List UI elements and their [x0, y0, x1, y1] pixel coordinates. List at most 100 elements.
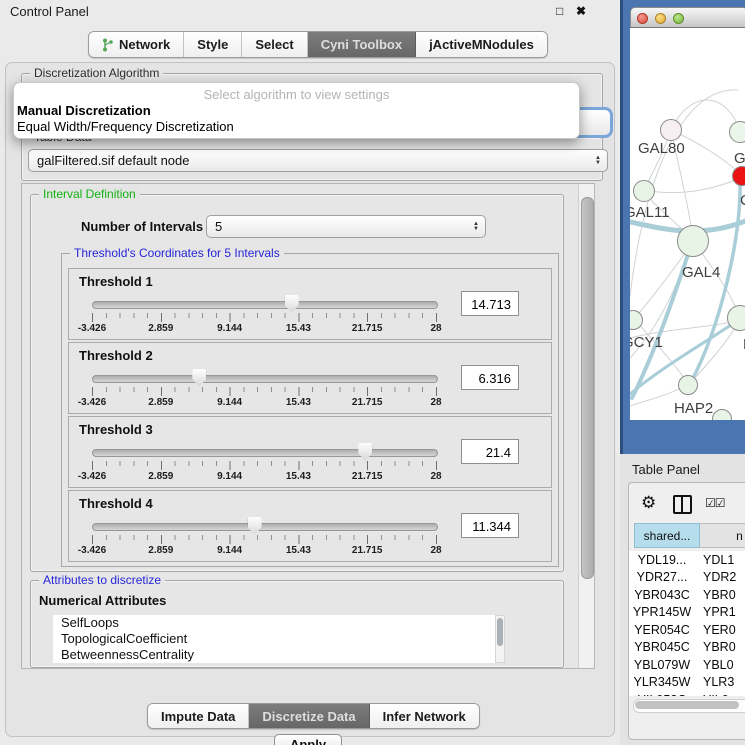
- threshold-2-slider[interactable]: -3.426 2.859 9.144 15.43 21.715 28: [91, 367, 437, 409]
- threshold-4-panel: Threshold 4 -3.426 2.859 9.144: [68, 490, 552, 562]
- option-manual-discretization[interactable]: Manual Discretization: [17, 103, 151, 118]
- tab-cyni-toolbox[interactable]: Cyni Toolbox: [308, 32, 416, 57]
- tab-network[interactable]: Network: [89, 32, 184, 57]
- scrollbar-thumb[interactable]: [581, 197, 594, 579]
- node-label: GAL80: [638, 140, 685, 157]
- network-icon: [102, 38, 114, 52]
- table-row[interactable]: YPR145WYPR1: [629, 604, 745, 622]
- tick-label: 2.859: [148, 471, 173, 482]
- slider-tick-labels: -3.426 2.859 9.144 15.43 21.715 28: [92, 545, 436, 557]
- node-table-body: YDL19...YDL1YDR27...YDR2YBR043CYBR0YPR14…: [629, 551, 745, 696]
- network-window-titlebar[interactable]: [630, 7, 745, 28]
- minimize-traffic-light[interactable]: [655, 13, 666, 24]
- tick-label: 28: [430, 545, 441, 556]
- float-window-icon[interactable]: □: [556, 4, 563, 18]
- node-label: G.: [734, 150, 745, 167]
- scrollbar-thumb[interactable]: [635, 701, 739, 709]
- close-traffic-light[interactable]: [637, 13, 648, 24]
- threshold-3-value-field[interactable]: 21.4: [461, 439, 519, 464]
- table-row[interactable]: YLR345WYLR3: [629, 674, 745, 692]
- threshold-3-slider[interactable]: -3.426 2.859 9.144 15.43 21.715 28: [91, 441, 437, 483]
- tick-label: 15.43: [286, 397, 311, 408]
- threshold-1-slider[interactable]: -3.426 2.859 9.144 15.43 21.715 28: [91, 293, 437, 335]
- network-node[interactable]: [678, 375, 698, 395]
- tick-label: 15.43: [286, 545, 311, 556]
- table-cell: YBR043C: [629, 588, 695, 602]
- column-header-name[interactable]: n: [700, 523, 745, 548]
- list-item[interactable]: TopologicalCoefficient: [53, 631, 495, 647]
- tick-label: 2.859: [148, 323, 173, 334]
- table-data-combo[interactable]: galFiltered.sif default node ▲▼: [28, 149, 608, 172]
- table-horizontal-scrollbar[interactable]: [633, 699, 745, 713]
- network-node[interactable]: [729, 121, 745, 143]
- slider-track[interactable]: [92, 523, 438, 531]
- slider-thumb[interactable]: [248, 517, 262, 535]
- list-item[interactable]: BetweennessCentrality: [53, 647, 495, 663]
- node-label: C: [740, 192, 745, 209]
- slider-track[interactable]: [92, 301, 438, 309]
- network-node[interactable]: [660, 119, 682, 141]
- threshold-label: Threshold 1: [79, 274, 153, 289]
- column-header-shared[interactable]: shared...: [634, 523, 700, 548]
- number-of-intervals-combo[interactable]: 5 ▲▼: [206, 215, 486, 238]
- network-node[interactable]: [677, 225, 709, 257]
- tick-label: 9.144: [217, 471, 242, 482]
- threshold-1-value-field[interactable]: 14.713: [461, 291, 519, 316]
- column-layout-icon[interactable]: [673, 495, 692, 514]
- table-row[interactable]: YBR043CYBR0: [629, 586, 745, 604]
- threshold-2-value-field[interactable]: 6.316: [461, 365, 519, 390]
- algorithm-dropdown-popup: Select algorithm to view settings Manual…: [13, 82, 580, 139]
- slider-thumb[interactable]: [192, 369, 206, 387]
- node-label: GCY1: [630, 334, 663, 351]
- zoom-traffic-light[interactable]: [673, 13, 684, 24]
- slider-thumb[interactable]: [285, 295, 299, 313]
- threshold-label: Threshold 2: [79, 348, 153, 363]
- table-row[interactable]: YER054CYER0: [629, 621, 745, 639]
- slider-thumb[interactable]: [358, 443, 372, 461]
- slider-track[interactable]: [92, 449, 438, 457]
- close-panel-icon[interactable]: ✖: [576, 4, 586, 18]
- slider-track[interactable]: [92, 375, 438, 383]
- table-panel-title: Table Panel: [632, 462, 700, 477]
- list-item[interactable]: SelfLoops: [53, 615, 495, 631]
- tab-impute-data[interactable]: Impute Data: [148, 704, 249, 728]
- table-cell: YLR345W: [629, 675, 695, 689]
- number-of-intervals-label: Number of Intervals: [81, 219, 203, 234]
- table-cell: YBR045C: [629, 640, 695, 654]
- settings-vertical-scrollbar[interactable]: [578, 184, 594, 668]
- table-cell: YIL0: [695, 693, 729, 696]
- tick-label: -3.426: [78, 397, 106, 408]
- gear-icon[interactable]: ⚙: [641, 493, 656, 513]
- tick-label: 28: [430, 323, 441, 334]
- table-row[interactable]: YBL079WYBL0: [629, 656, 745, 674]
- scrollbar-thumb[interactable]: [497, 618, 503, 646]
- tab-infer-network[interactable]: Infer Network: [370, 704, 479, 728]
- attributes-scrollbar[interactable]: [495, 615, 505, 663]
- tab-discretize-data[interactable]: Discretize Data: [249, 704, 369, 728]
- apply-button[interactable]: Apply: [274, 734, 342, 745]
- slider-major-ticks: [92, 387, 437, 396]
- table-cell: YER054C: [629, 623, 695, 637]
- table-row[interactable]: YBR045CYBR0: [629, 639, 745, 657]
- network-canvas[interactable]: GAL80G.CGAL11GAL4GCY1HHAP2: [630, 28, 745, 420]
- network-node[interactable]: [732, 166, 745, 186]
- checkbox-icons[interactable]: ☑☑: [705, 496, 725, 510]
- tab-style[interactable]: Style: [184, 32, 242, 57]
- table-row[interactable]: YIL052CYIL0: [629, 691, 745, 696]
- group-label: Interval Definition: [39, 187, 140, 201]
- slider-major-ticks: [92, 313, 437, 322]
- tick-label: 28: [430, 397, 441, 408]
- option-equal-width-frequency[interactable]: Equal Width/Frequency Discretization: [17, 119, 234, 134]
- threshold-4-value-field[interactable]: 11.344: [461, 513, 519, 538]
- group-label: Discretization Algorithm: [30, 66, 163, 80]
- tab-jactivemnodules[interactable]: jActiveMNodules: [416, 32, 547, 57]
- tab-select[interactable]: Select: [242, 32, 307, 57]
- threshold-4-slider[interactable]: -3.426 2.859 9.144 15.43 21.715 28: [91, 515, 437, 557]
- cyni-main-panel: Discretization Algorithm Table Data galF…: [5, 62, 615, 737]
- table-row[interactable]: YDR27...YDR2: [629, 569, 745, 587]
- stepper-arrows-icon: ▲▼: [595, 150, 601, 171]
- table-row[interactable]: YDL19...YDL1: [629, 551, 745, 569]
- network-node[interactable]: [633, 180, 655, 202]
- group-label: Attributes to discretize: [39, 573, 165, 587]
- tab-label: Impute Data: [161, 709, 235, 724]
